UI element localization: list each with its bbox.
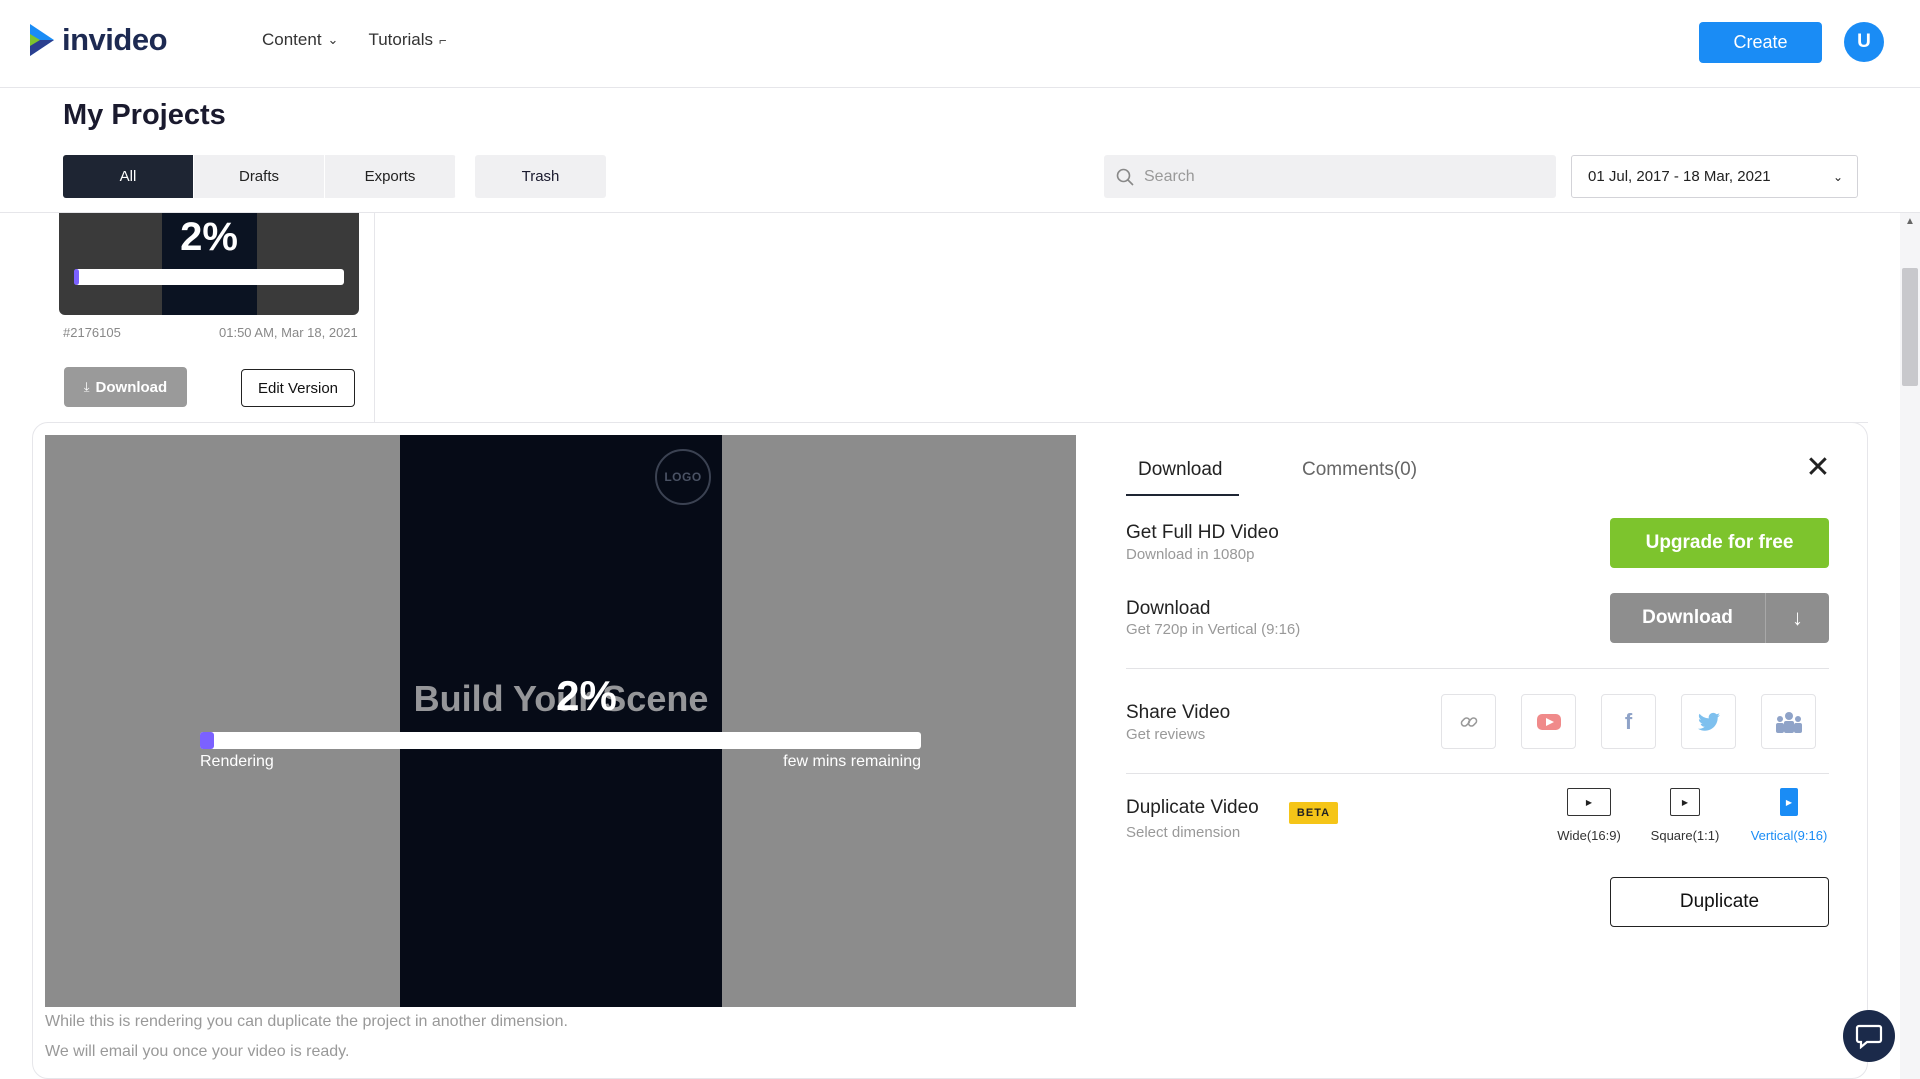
- logo-placeholder: LOGO: [655, 449, 711, 505]
- nav-tutorials-label: Tutorials: [368, 30, 434, 49]
- download-subtitle: Get 720p in Vertical (9:16): [1126, 621, 1301, 638]
- download-button[interactable]: Download: [1610, 593, 1766, 643]
- external-link-icon: ⌐: [439, 32, 447, 48]
- full-hd-subtitle: Download in 1080p: [1126, 546, 1255, 563]
- nav-content-label: Content: [262, 30, 322, 49]
- twitter-icon[interactable]: [1681, 694, 1736, 749]
- render-progress-percent: 2%: [180, 215, 238, 259]
- facebook-icon[interactable]: f: [1601, 694, 1656, 749]
- twitter-glyph: [1697, 712, 1720, 731]
- duplicate-title: Duplicate Video: [1126, 797, 1259, 818]
- link-icon[interactable]: [1441, 694, 1496, 749]
- download-title: Download: [1126, 598, 1211, 619]
- tab-comments[interactable]: Comments(0): [1302, 459, 1417, 481]
- search-input[interactable]: Search: [1104, 155, 1556, 198]
- team-icon[interactable]: [1761, 694, 1816, 749]
- project-filter-tabs: All Drafts Exports: [63, 155, 456, 198]
- active-tab-indicator: [1126, 494, 1239, 496]
- search-placeholder: Search: [1144, 167, 1195, 185]
- logo-play-icon: [30, 24, 54, 56]
- render-status: Rendering: [200, 753, 274, 770]
- play-icon: ▶: [1670, 788, 1700, 816]
- dimension-square[interactable]: ▶ Square(1:1): [1646, 788, 1724, 843]
- date-range-select[interactable]: 01 Jul, 2017 - 18 Mar, 2021 ⌄: [1571, 155, 1858, 198]
- tab-download[interactable]: Download: [1138, 459, 1223, 481]
- dimension-wide[interactable]: ▶ Wide(16:9): [1550, 788, 1628, 843]
- divider: [1126, 773, 1829, 774]
- divider: [1126, 668, 1829, 669]
- chevron-down-icon: ⌄: [1832, 169, 1843, 184]
- tab-exports[interactable]: Exports: [325, 155, 456, 198]
- render-progress-fill: [74, 269, 80, 285]
- duplicate-button[interactable]: Duplicate: [1610, 877, 1829, 927]
- tab-all[interactable]: All: [63, 155, 194, 198]
- download-split-button: Download ↓: [1610, 593, 1829, 643]
- dimension-vertical-label: Vertical(9:16): [1750, 828, 1828, 843]
- top-bar: invideo Content ⌄ Tutorials ⌐ Create U: [0, 0, 1920, 88]
- tab-trash[interactable]: Trash: [475, 155, 606, 198]
- chat-glyph: [1855, 1024, 1883, 1049]
- render-progress-bar: [74, 269, 344, 285]
- create-button[interactable]: Create: [1699, 22, 1822, 63]
- play-icon: ▶: [1780, 788, 1798, 816]
- project-thumbnail[interactable]: 2%: [59, 213, 359, 315]
- logo-text: invideo: [62, 22, 168, 57]
- link-glyph: [1460, 716, 1477, 727]
- project-timestamp: 01:50 AM, Mar 18, 2021: [219, 325, 358, 340]
- search-icon: [1116, 168, 1134, 186]
- video-preview: LOGO Build Your Scene 2% Rendering few m…: [45, 435, 1076, 1007]
- time-remaining: few mins remaining: [783, 753, 921, 770]
- edit-version-button[interactable]: Edit Version: [241, 369, 355, 407]
- main-nav: Content ⌄ Tutorials ⌐: [262, 30, 447, 50]
- tab-drafts[interactable]: Drafts: [194, 155, 325, 198]
- dimension-vertical[interactable]: ▶ Vertical(9:16): [1749, 788, 1829, 843]
- email-note: We will email you once your video is rea…: [45, 1043, 350, 1060]
- scroll-up-arrow-icon[interactable]: ▲: [1900, 216, 1920, 230]
- scrollbar-thumb[interactable]: [1902, 268, 1918, 386]
- beta-badge: BETA: [1289, 802, 1338, 824]
- chevron-down-icon: ⌄: [327, 32, 339, 47]
- play-icon: ▶: [1567, 788, 1611, 816]
- close-icon[interactable]: ✕: [1804, 453, 1832, 483]
- share-title: Share Video: [1126, 702, 1231, 723]
- dimension-square-label: Square(1:1): [1650, 828, 1720, 843]
- dimension-wide-label: Wide(16:9): [1557, 828, 1621, 843]
- youtube-icon[interactable]: [1521, 694, 1576, 749]
- team-glyph: [1775, 711, 1802, 733]
- render-progress-percent: 2%: [556, 672, 617, 719]
- download-icon: ⤓: [83, 379, 90, 394]
- share-subtitle: Get reviews: [1126, 726, 1206, 743]
- upgrade-button[interactable]: Upgrade for free: [1610, 518, 1829, 568]
- divider: [374, 213, 375, 423]
- page-title: My Projects: [63, 99, 226, 131]
- nav-tutorials[interactable]: Tutorials ⌐: [368, 30, 446, 50]
- render-progress-bar: [200, 732, 921, 749]
- youtube-glyph: [1536, 713, 1561, 730]
- duplicate-subtitle: Select dimension: [1126, 824, 1241, 841]
- card-download-label: Download: [95, 378, 168, 396]
- invideo-logo[interactable]: invideo: [26, 20, 168, 60]
- nav-content[interactable]: Content ⌄: [262, 30, 338, 50]
- card-download-button[interactable]: ⤓ Download: [64, 367, 187, 407]
- download-arrow-icon[interactable]: ↓: [1766, 593, 1829, 643]
- project-id: #2176105: [63, 325, 121, 340]
- full-hd-title: Get Full HD Video: [1126, 522, 1279, 543]
- render-note: While this is rendering you can duplicat…: [45, 1013, 568, 1030]
- chat-support-icon[interactable]: [1843, 1010, 1895, 1062]
- avatar[interactable]: U: [1844, 22, 1884, 62]
- render-progress-fill: [200, 732, 215, 749]
- date-range-value: 01 Jul, 2017 - 18 Mar, 2021: [1588, 168, 1771, 185]
